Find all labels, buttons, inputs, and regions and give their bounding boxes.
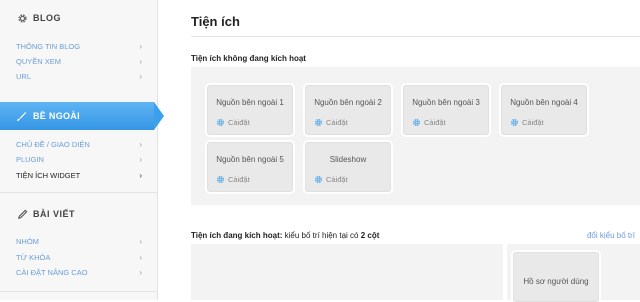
chevron-right-icon: › (139, 56, 142, 66)
sidebar: BLOG THÔNG TIN BLOG › QUYỀN XEM › URL › … (0, 0, 164, 300)
sidebar-item-view-permission[interactable]: QUYỀN XEM › (16, 54, 142, 68)
sidebar-item-groups[interactable]: NHÓM › (16, 234, 142, 248)
sidebar-item-label: PLUGIN (16, 154, 44, 164)
page-title: Tiện ích (191, 14, 240, 29)
gear-icon (314, 118, 323, 127)
settings-label: Càiđặt (522, 118, 544, 127)
widget-title: Slideshow (329, 155, 367, 164)
gear-icon (216, 118, 225, 127)
sidebar-item-plugin[interactable]: PLUGIN › (16, 152, 142, 166)
sidebar-divider (0, 291, 157, 292)
widget-card[interactable]: Nguồn bên ngoài 2 Càiđặt (305, 85, 391, 135)
widget-settings-link[interactable]: Càiđặt (314, 118, 348, 127)
sidebar-item-label: CHỦ ĐỀ / GIAO DIỆN (16, 139, 90, 149)
widget-settings-link[interactable]: Càiđặt (216, 175, 250, 184)
sidebar-item-tags[interactable]: TỪ KHÓA › (16, 250, 142, 264)
chevron-right-icon: › (139, 154, 142, 164)
chevron-right-icon: › (139, 236, 142, 246)
pencil-icon (16, 208, 28, 220)
widget-title: Nguồn bên ngoài 2 (314, 98, 382, 107)
settings-label: Càiđặt (228, 118, 250, 127)
sidebar-item-label: QUYỀN XEM (16, 56, 62, 66)
widget-card[interactable]: Nguồn bên ngoài 4 Càiđặt (501, 85, 587, 135)
layout-description: kiểu bố trí hiện tại có (284, 231, 359, 240)
change-layout-link[interactable]: đổi kiểu bố trí (587, 231, 635, 240)
sidebar-item-advanced-settings[interactable]: CÀI ĐẶT NÂNG CAO › (16, 265, 142, 279)
section-title-posts: BÀI VIẾT (33, 209, 76, 219)
section-title-appearance: BỀ NGOÀI (33, 111, 80, 121)
widget-card[interactable]: Nguồn bên ngoài 1 Càiđặt (207, 85, 293, 135)
sidebar-item-label: CÀI ĐẶT NÂNG CAO (16, 267, 88, 277)
widget-settings-link[interactable]: Càiđặt (314, 175, 348, 184)
widget-title: Nguồn bên ngoài 1 (216, 98, 284, 107)
sidebar-item-url[interactable]: URL › (16, 69, 142, 83)
title-divider (191, 36, 640, 37)
chevron-right-icon: › (139, 267, 142, 277)
chevron-right-icon: › (139, 139, 142, 149)
sidebar-section-blog: BLOG (16, 12, 61, 24)
sidebar-item-label: THÔNG TIN BLOG (16, 41, 81, 51)
widget-settings-link[interactable]: Càiđặt (510, 118, 544, 127)
settings-label: Càiđặt (326, 175, 348, 184)
sidebar-item-label: TỪ KHÓA (16, 252, 51, 262)
inactive-widgets-area: Nguồn bên ngoài 1 Càiđặt Nguồn bên ngoài… (191, 67, 640, 205)
sidebar-section-appearance[interactable]: BỀ NGOÀI (0, 102, 164, 130)
widget-title: Nguồn bên ngoài 4 (510, 98, 578, 107)
widget-settings-link[interactable]: Càiđặt (216, 118, 250, 127)
section-title-blog: BLOG (33, 13, 61, 23)
chevron-right-icon: › (139, 71, 142, 81)
gear-icon (314, 175, 323, 184)
widget-settings-link[interactable]: Càiđặt (412, 118, 446, 127)
column-divider (503, 244, 507, 300)
chevron-right-icon: › (139, 170, 142, 180)
main-content: Tiện ích Tiện ích không đang kích hoạt N… (158, 0, 640, 302)
widget-title: Hồ sơ người dùng (523, 277, 589, 286)
widget-card[interactable]: Hồ sơ người dùng (513, 252, 599, 302)
chevron-right-icon: › (139, 41, 142, 51)
sidebar-item-widget[interactable]: TIỆN ÍCH WIDGET › (16, 168, 142, 182)
widget-card[interactable]: Nguồn bên ngoài 3 Càiđặt (403, 85, 489, 135)
inactive-widgets-heading: Tiện ích không đang kích hoạt (191, 54, 306, 63)
sidebar-item-label: TIỆN ÍCH WIDGET (16, 170, 81, 180)
sidebar-item-label: URL (16, 71, 32, 81)
sidebar-section-posts: BÀI VIẾT (16, 208, 75, 220)
sidebar-item-label: NHÓM (16, 236, 39, 246)
gear-icon (216, 175, 225, 184)
layout-value: 2 cột (360, 231, 380, 240)
brush-icon (16, 111, 27, 122)
sidebar-divider (0, 192, 157, 193)
widget-card[interactable]: Slideshow Càiđặt (305, 142, 391, 192)
settings-label: Càiđặt (424, 118, 446, 127)
settings-label: Càiđặt (228, 175, 250, 184)
active-widgets-heading: Tiện ích đang kích hoạt: kiểu bố trí hiệ… (191, 231, 379, 240)
widget-title: Nguồn bên ngoài 3 (412, 98, 480, 107)
settings-label: Càiđặt (326, 118, 348, 127)
active-widgets-area: Hồ sơ người dùng (191, 244, 640, 302)
gear-icon (412, 118, 421, 127)
widget-title: Nguồn bên ngoài 5 (216, 155, 284, 164)
active-widgets-title: Tiện ích đang kích hoạt: (191, 231, 283, 240)
widget-card[interactable]: Nguồn bên ngoài 5 Càiđặt (207, 142, 293, 192)
gear-icon (510, 118, 519, 127)
sidebar-item-theme[interactable]: CHỦ ĐỀ / GIAO DIỆN › (16, 137, 142, 151)
chevron-right-icon: › (139, 252, 142, 262)
sidebar-item-blog-info[interactable]: THÔNG TIN BLOG › (16, 39, 142, 53)
gear-icon (16, 12, 28, 24)
